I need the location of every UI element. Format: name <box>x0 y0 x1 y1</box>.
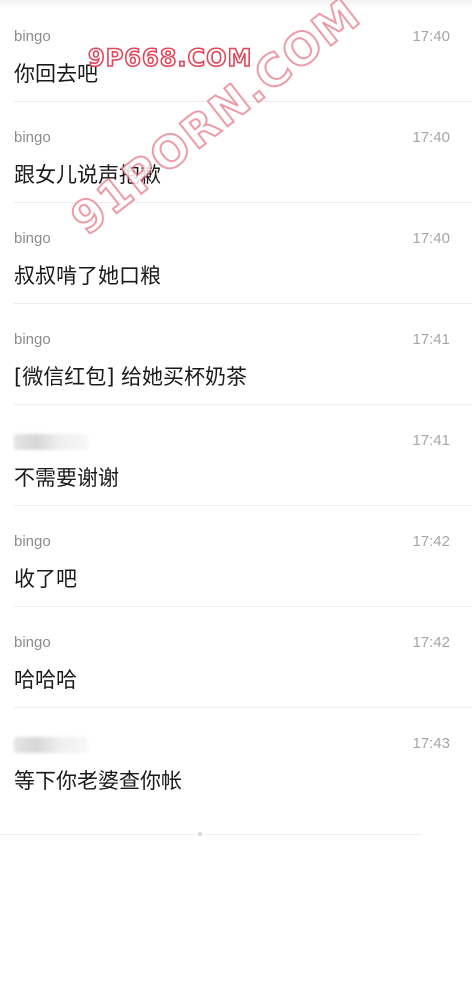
message-time: 17:42 <box>412 634 450 651</box>
message-item[interactable]: 17:41 不需要谢谢 <box>0 404 472 505</box>
message-sender: bingo <box>14 129 51 146</box>
message-sender: bingo <box>14 230 51 247</box>
message-time: 17:40 <box>412 129 450 146</box>
message-text: [微信红包] 给她买杯奶茶 <box>14 365 248 389</box>
message-time: 17:42 <box>412 533 450 550</box>
message-time: 17:43 <box>412 735 450 752</box>
list-end-dot <box>198 832 202 836</box>
message-text: 哈哈哈 <box>14 668 77 692</box>
message-text: 不需要谢谢 <box>14 466 119 490</box>
message-time: 17:40 <box>412 230 450 247</box>
list-end-divider <box>0 834 422 835</box>
message-text: 你回去吧 <box>14 62 98 86</box>
message-time: 17:41 <box>412 331 450 348</box>
message-item[interactable]: bingo 17:40 跟女儿说声抱歉 <box>0 101 472 202</box>
message-sender: bingo <box>14 331 51 348</box>
message-text: 等下你老婆查你帐 <box>14 769 182 793</box>
message-text: 收了吧 <box>14 567 77 591</box>
message-item[interactable]: bingo 17:42 哈哈哈 <box>0 606 472 707</box>
message-item[interactable]: 17:43 等下你老婆查你帐 <box>0 707 472 808</box>
message-text: 跟女儿说声抱歉 <box>14 163 161 187</box>
message-item[interactable]: bingo 17:40 叔叔啃了她口粮 <box>0 202 472 303</box>
message-sender-blurred <box>14 737 88 753</box>
message-sender: bingo <box>14 533 51 550</box>
message-sender: bingo <box>14 634 51 651</box>
message-sender: bingo <box>14 28 51 45</box>
message-item[interactable]: bingo 17:41 [微信红包] 给她买杯奶茶 <box>0 303 472 404</box>
message-time: 17:40 <box>412 28 450 45</box>
message-item[interactable]: bingo 17:40 你回去吧 <box>0 0 472 101</box>
message-sender-blurred <box>14 434 88 450</box>
chat-history-list: bingo 17:40 你回去吧 bingo 17:40 跟女儿说声抱歉 bin… <box>0 0 472 808</box>
message-time: 17:41 <box>412 432 450 449</box>
message-text: 叔叔啃了她口粮 <box>14 264 161 288</box>
message-item[interactable]: bingo 17:42 收了吧 <box>0 505 472 606</box>
